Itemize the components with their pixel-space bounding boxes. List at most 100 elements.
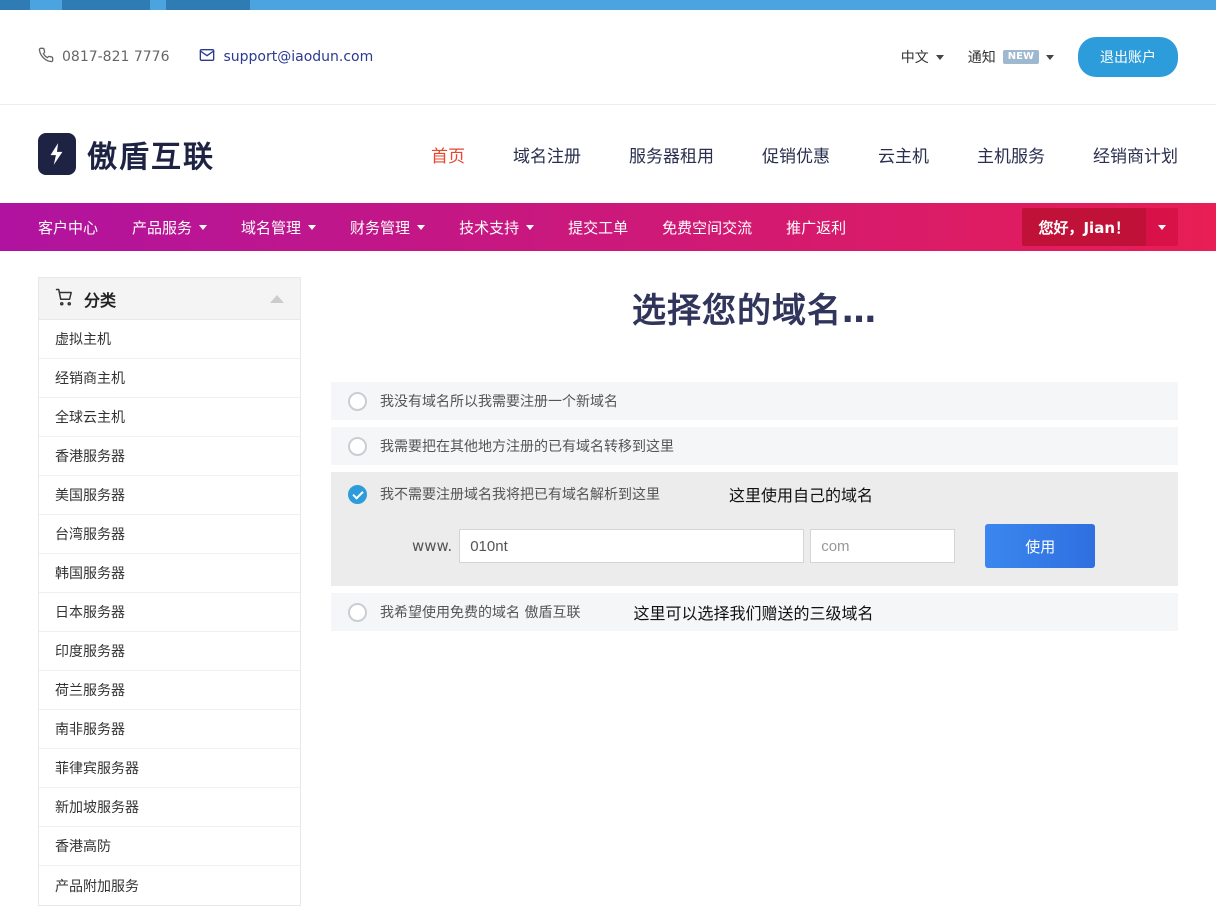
notifications-label: 通知	[968, 47, 996, 67]
email-icon	[199, 47, 215, 67]
sidebar-item-virtual-host[interactable]: 虚拟主机	[39, 320, 300, 359]
content-area: 分类 虚拟主机 经销商主机 全球云主机 香港服务器 美国服务器 台湾服务器 韩国…	[0, 251, 1216, 906]
logo-icon	[38, 133, 76, 175]
tld-input[interactable]	[810, 529, 955, 563]
option-label: 我不需要注册域名我将把已有域名解析到这里	[380, 484, 660, 504]
greeting-text: 您好，Jian！	[1022, 208, 1146, 246]
option-free-subdomain[interactable]: 我希望使用免费的域名 傲盾互联 这里可以选择我们赠送的三级域名	[331, 593, 1178, 631]
menu-item-domain-management[interactable]: 域名管理	[241, 217, 316, 238]
nav-item-promotions[interactable]: 促销优惠	[762, 142, 830, 167]
radio-checked-icon[interactable]	[348, 485, 367, 504]
sidebar-header[interactable]: 分类	[39, 278, 300, 320]
menu-item-support[interactable]: 技术支持	[459, 217, 534, 238]
sidebar-item-sg-server[interactable]: 新加坡服务器	[39, 788, 300, 827]
option-use-own-domain-head[interactable]: 我不需要注册域名我将把已有域名解析到这里 这里使用自己的域名	[348, 472, 1161, 516]
logout-button[interactable]: 退出账户	[1078, 37, 1178, 77]
sidebar-item-addon-services[interactable]: 产品附加服务	[39, 866, 300, 905]
top-strip-segment	[166, 0, 250, 10]
new-badge: NEW	[1003, 50, 1039, 64]
menu-item-billing[interactable]: 财务管理	[350, 217, 425, 238]
notifications-menu[interactable]: 通知 NEW	[968, 47, 1054, 67]
chevron-down-icon	[417, 225, 425, 230]
top-strip-segment	[0, 0, 30, 10]
radio-unchecked-icon[interactable]	[348, 603, 367, 622]
menu-item-label: 提交工单	[568, 217, 628, 238]
radio-unchecked-icon[interactable]	[348, 437, 367, 456]
sidebar-item-us-server[interactable]: 美国服务器	[39, 476, 300, 515]
language-selector[interactable]: 中文	[901, 47, 944, 67]
chevron-down-icon	[199, 225, 207, 230]
chevron-down-icon	[1146, 208, 1178, 246]
sidebar-item-za-server[interactable]: 南非服务器	[39, 710, 300, 749]
email-contact[interactable]: support@iaodun.com	[199, 47, 373, 67]
option-use-own-domain: 我不需要注册域名我将把已有域名解析到这里 这里使用自己的域名 www. 使用	[331, 472, 1178, 586]
sidebar-item-global-cloud[interactable]: 全球云主机	[39, 398, 300, 437]
annotation-own-domain: 这里使用自己的域名	[729, 482, 873, 506]
sidebar-item-kr-server[interactable]: 韩国服务器	[39, 554, 300, 593]
email-address[interactable]: support@iaodun.com	[223, 49, 373, 65]
nav-item-home[interactable]: 首页	[431, 142, 465, 167]
logo-text: 傲盾互联	[87, 132, 215, 176]
contact-group: 0817-821 7776 support@iaodun.com	[38, 47, 373, 67]
top-strip-segment	[62, 0, 150, 10]
utility-header: 0817-821 7776 support@iaodun.com 中文 通知 N…	[0, 10, 1216, 105]
page-title: 选择您的域名…	[331, 283, 1178, 332]
nav-item-cloud-host[interactable]: 云主机	[878, 142, 929, 167]
menu-item-submit-ticket[interactable]: 提交工单	[568, 217, 628, 238]
client-menubar: 客户中心 产品服务 域名管理 财务管理 技术支持 提交工单 免费空间交流 推广返…	[0, 203, 1216, 251]
cart-icon	[55, 288, 73, 310]
menu-item-free-space-forum[interactable]: 免费空间交流	[662, 217, 752, 238]
sidebar-item-reseller-host[interactable]: 经销商主机	[39, 359, 300, 398]
chevron-down-icon	[526, 225, 534, 230]
logo[interactable]: 傲盾互联	[38, 132, 215, 176]
phone-icon	[38, 47, 54, 67]
use-domain-button[interactable]: 使用	[985, 524, 1095, 568]
sidebar-item-hk-server[interactable]: 香港服务器	[39, 437, 300, 476]
nav-item-hosting-services[interactable]: 主机服务	[977, 142, 1045, 167]
menu-item-label: 域名管理	[241, 217, 301, 238]
radio-unchecked-icon[interactable]	[348, 392, 367, 411]
domain-selection-panel: 选择您的域名… 我没有域名所以我需要注册一个新域名 我需要把在其他地方注册的已有…	[331, 277, 1178, 638]
category-sidebar: 分类 虚拟主机 经销商主机 全球云主机 香港服务器 美国服务器 台湾服务器 韩国…	[38, 277, 301, 906]
menu-item-label: 客户中心	[38, 217, 98, 238]
menu-item-client-center[interactable]: 客户中心	[38, 217, 98, 238]
menu-item-label: 技术支持	[459, 217, 519, 238]
sidebar-item-nl-server[interactable]: 荷兰服务器	[39, 671, 300, 710]
option-register-new-domain[interactable]: 我没有域名所以我需要注册一个新域名	[331, 382, 1178, 420]
sidebar-item-tw-server[interactable]: 台湾服务器	[39, 515, 300, 554]
nav-item-domain-registration[interactable]: 域名注册	[513, 142, 581, 167]
phone-number: 0817-821 7776	[62, 49, 169, 65]
phone-contact: 0817-821 7776	[38, 47, 169, 67]
sidebar-title: 分类	[84, 287, 116, 311]
sidebar-item-jp-server[interactable]: 日本服务器	[39, 593, 300, 632]
chevron-down-icon	[936, 55, 944, 60]
domain-name-input[interactable]	[459, 529, 804, 563]
primary-nav: 首页 域名注册 服务器租用 促销优惠 云主机 主机服务 经销商计划	[431, 142, 1178, 167]
chevron-up-icon[interactable]	[270, 295, 284, 303]
sidebar-item-in-server[interactable]: 印度服务器	[39, 632, 300, 671]
option-label: 我希望使用免费的域名 傲盾互联	[380, 602, 580, 622]
account-greeting-button[interactable]: 您好，Jian！	[1022, 208, 1178, 246]
sidebar-item-hk-ddos[interactable]: 香港高防	[39, 827, 300, 866]
option-label: 我需要把在其他地方注册的已有域名转移到这里	[380, 436, 674, 456]
www-prefix-label: www.	[412, 537, 452, 555]
nav-item-server-rental[interactable]: 服务器租用	[629, 142, 714, 167]
option-label: 我没有域名所以我需要注册一个新域名	[380, 391, 618, 411]
language-label: 中文	[901, 47, 929, 67]
menu-item-label: 财务管理	[350, 217, 410, 238]
menu-item-label: 推广返利	[786, 217, 846, 238]
annotation-free-subdomain: 这里可以选择我们赠送的三级域名	[633, 600, 873, 624]
option-transfer-domain[interactable]: 我需要把在其他地方注册的已有域名转移到这里	[331, 427, 1178, 465]
menu-item-label: 产品服务	[132, 217, 192, 238]
domain-form: www. 使用	[412, 524, 1161, 568]
menu-item-label: 免费空间交流	[662, 217, 752, 238]
menu-item-affiliate[interactable]: 推广返利	[786, 217, 846, 238]
nav-item-reseller-program[interactable]: 经销商计划	[1093, 142, 1178, 167]
chevron-down-icon	[1046, 55, 1054, 60]
logo-nav-bar: 傲盾互联 首页 域名注册 服务器租用 促销优惠 云主机 主机服务 经销商计划	[0, 105, 1216, 203]
top-strip	[0, 0, 1216, 10]
chevron-down-icon	[308, 225, 316, 230]
menu-item-products[interactable]: 产品服务	[132, 217, 207, 238]
header-actions: 中文 通知 NEW 退出账户	[901, 37, 1178, 77]
sidebar-item-ph-server[interactable]: 菲律宾服务器	[39, 749, 300, 788]
